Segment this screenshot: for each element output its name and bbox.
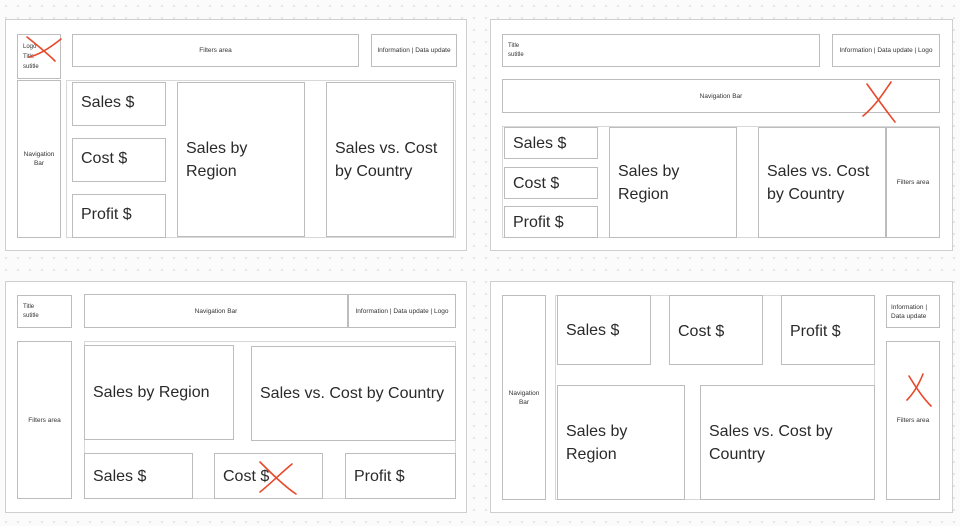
filters-area: Filters area: [72, 34, 359, 67]
cost-kpi: Cost $: [669, 295, 763, 365]
sales-kpi: Sales $: [84, 453, 193, 499]
sales-vs-cost-by-country-chart: Sales vs. Cost by Country: [758, 127, 886, 238]
filters-area: Filters area: [17, 341, 72, 499]
filters-area: Filters area: [886, 127, 940, 238]
sales-by-region-chart: Sales by Region: [177, 82, 305, 237]
cross-mark-icon: [906, 373, 932, 407]
filters-area: Filters area: [886, 341, 940, 500]
navigation-bar: Navigation Bar: [17, 80, 61, 238]
mockup-3: Title sutitle Navigation Bar Information…: [5, 281, 467, 513]
profit-kpi: Profit $: [504, 206, 598, 238]
sales-by-region-chart: Sales by Region: [609, 127, 737, 238]
mockup-4: Navigation Bar Sales $ Cost $ Profit $ S…: [490, 281, 953, 513]
mockup-1: Logo Title sutitle Filters area Informat…: [5, 19, 467, 251]
navigation-bar: Navigation Bar: [84, 294, 348, 328]
navigation-bar: Navigation Bar: [502, 295, 546, 500]
cross-mark-icon: [862, 81, 896, 123]
sales-vs-cost-by-country-chart: Sales vs. Cost by Country: [700, 385, 875, 500]
info-data-update-logo: Information | Data update | Logo: [832, 34, 940, 67]
profit-kpi: Profit $: [345, 453, 456, 499]
profit-kpi: Profit $: [781, 295, 875, 365]
sales-kpi: Sales $: [504, 127, 598, 159]
profit-kpi: Profit $: [72, 194, 166, 238]
cross-mark-icon: [259, 461, 297, 495]
mockup-2: Title sutitle Information | Data update …: [490, 19, 953, 251]
sales-vs-cost-by-country-chart: Sales vs. Cost by Country: [251, 346, 456, 441]
cross-mark-icon: [26, 36, 62, 62]
sales-by-region-chart: Sales by Region: [557, 385, 685, 500]
title-subtitle-box: Title sutitle: [502, 34, 820, 67]
title-subtitle-box: Title sutitle: [17, 295, 72, 328]
info-data-update-logo: Information | Data update | Logo: [348, 294, 456, 328]
sales-by-region-chart: Sales by Region: [84, 345, 234, 440]
sales-kpi: Sales $: [557, 295, 651, 365]
info-data-update: Information | Data update: [371, 34, 457, 67]
cost-kpi: Cost $: [504, 167, 598, 199]
sales-vs-cost-by-country-chart: Sales vs. Cost by Country: [326, 82, 454, 237]
cost-kpi: Cost $: [72, 138, 166, 182]
info-data-update: Information | Data update: [886, 295, 940, 328]
sales-kpi: Sales $: [72, 82, 166, 126]
